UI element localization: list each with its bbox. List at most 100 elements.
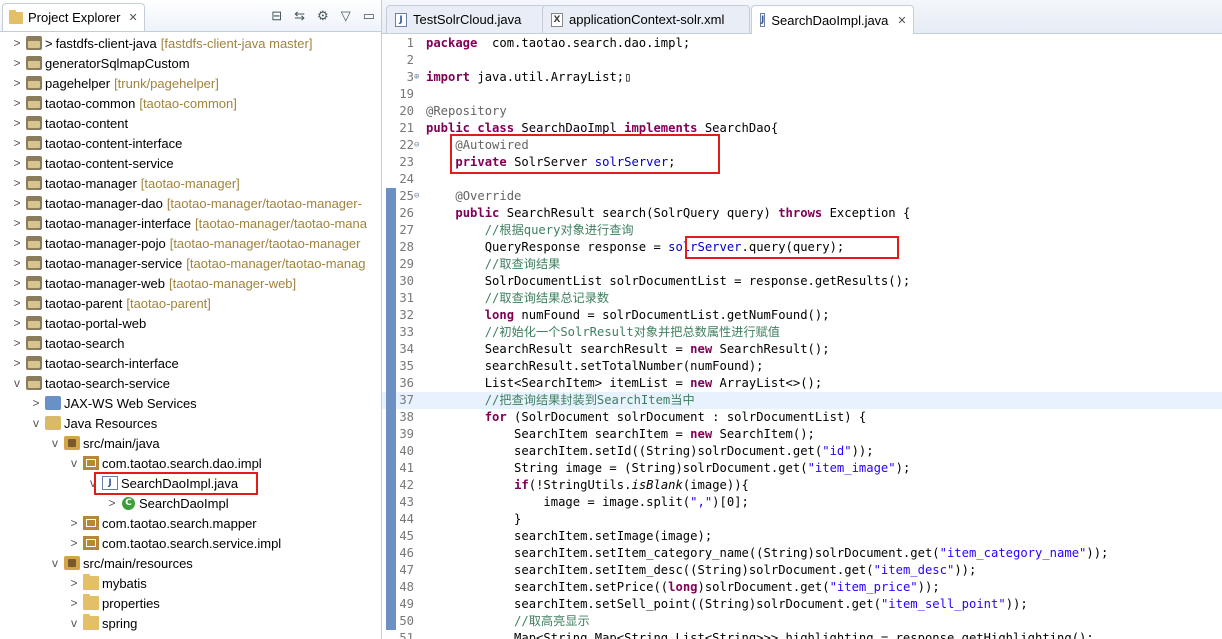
code-line[interactable]: 50 //取高亮显示 [382, 613, 1222, 630]
code-line[interactable]: 40 searchItem.setId((String)solrDocument… [382, 443, 1222, 460]
code-line[interactable]: 28 QueryResponse response = solrServer.q… [382, 239, 1222, 256]
collapse-all-icon[interactable]: ⊟ [271, 8, 282, 24]
code-line[interactable]: 29 //取查询结果 [382, 256, 1222, 273]
code-line[interactable]: 33 //初始化一个SolrResult对象并把总数属性进行赋值 [382, 324, 1222, 341]
chevron-down-icon[interactable]: v [10, 376, 24, 390]
code-line[interactable]: 31 //取查询结果总记录数 [382, 290, 1222, 307]
tree-item[interactable]: v com.taotao.search.dao.impl [0, 453, 381, 473]
code-line[interactable]: 46 searchItem.setItem_category_name((Str… [382, 545, 1222, 562]
chevron-right-icon[interactable]: > [10, 296, 24, 310]
tree-item[interactable]: > taotao-portal-web [0, 313, 381, 333]
tree-item[interactable]: v src/main/resources [0, 553, 381, 573]
chevron-down-icon[interactable]: v [67, 456, 81, 470]
tree-item[interactable]: > taotao-manager-interface [taotao-manager… [0, 213, 381, 233]
chevron-right-icon[interactable]: > [105, 496, 119, 510]
chevron-down-icon[interactable]: v [67, 616, 81, 630]
tree-item[interactable]: v Java Resources [0, 413, 381, 433]
chevron-right-icon[interactable]: > [10, 96, 24, 110]
chevron-right-icon[interactable]: > [10, 256, 24, 270]
tree-item[interactable]: > taotao-manager-web [taotao-manager-web] [0, 273, 381, 293]
chevron-down-icon[interactable]: v [29, 416, 43, 430]
tree-item[interactable]: > taotao-manager [taotao-manager] [0, 173, 381, 193]
tab-applicationcontext-solr[interactable]: X applicationContext-solr.xml [542, 5, 750, 33]
chevron-right-icon[interactable]: > [10, 196, 24, 210]
code-line[interactable]: 35 searchResult.setTotalNumber(numFound)… [382, 358, 1222, 375]
code-line[interactable]: 25 ⊖ @Override [382, 188, 1222, 205]
code-line[interactable]: 2 [382, 52, 1222, 69]
tree-item[interactable]: > taotao-manager-service [taotao-manager/t… [0, 253, 381, 273]
chevron-right-icon[interactable]: > [10, 216, 24, 230]
tree-item[interactable]: > properties [0, 593, 381, 613]
expand-fold-icon[interactable]: ⊕ [414, 69, 424, 86]
collapse-fold-icon[interactable]: ⊖ [414, 137, 424, 154]
filters-icon[interactable]: ⚙ [317, 8, 329, 24]
code-line[interactable]: 1 package com.taotao.search.dao.impl; [382, 35, 1222, 52]
collapse-fold-icon[interactable]: ⊖ [414, 188, 424, 205]
code-line[interactable]: 22 ⊖ @Autowired [382, 137, 1222, 154]
code-line[interactable]: 26 public SearchResult search(SolrQuery … [382, 205, 1222, 222]
tree-item[interactable]: > pagehelper [trunk/pagehelper] [0, 73, 381, 93]
tree-item[interactable]: > JAX-WS Web Services [0, 393, 381, 413]
tree-item[interactable]: v J SearchDaoImpl.java [0, 472, 381, 495]
tree-item[interactable]: > taotao-content-interface [0, 133, 381, 153]
chevron-right-icon[interactable]: > [10, 36, 24, 50]
code-line[interactable]: 27 //根据query对象进行查询 [382, 222, 1222, 239]
code-line[interactable]: 43 image = image.split(",")[0]; [382, 494, 1222, 511]
chevron-right-icon[interactable]: > [10, 236, 24, 250]
chevron-right-icon[interactable]: > [10, 156, 24, 170]
code-line[interactable]: 36 List<SearchItem> itemList = new Array… [382, 375, 1222, 392]
tree-item[interactable]: > taotao-content-service [0, 153, 381, 173]
tree-item[interactable]: > taotao-manager-dao [taotao-manager/taota… [0, 193, 381, 213]
tab-testsolrcloud[interactable]: J TestSolrCloud.java [386, 5, 546, 33]
tree-item[interactable]: > taotao-common [taotao-common] [0, 93, 381, 113]
chevron-right-icon[interactable]: > [67, 516, 81, 530]
code-line[interactable]: 47 searchItem.setItem_desc((String)solrD… [382, 562, 1222, 579]
tree-item[interactable]: > C SearchDaoImpl [0, 493, 381, 513]
tree-item[interactable]: v src/main/java [0, 433, 381, 453]
tab-project-explorer[interactable]: Project Explorer ✕ [2, 3, 145, 31]
code-line[interactable]: 41 String image = (String)solrDocument.g… [382, 460, 1222, 477]
code-line[interactable]: 38 for (SolrDocument solrDocument : solr… [382, 409, 1222, 426]
code-line[interactable]: 39 SearchItem searchItem = new SearchIte… [382, 426, 1222, 443]
chevron-right-icon[interactable]: > [10, 136, 24, 150]
link-with-editor-icon[interactable]: ⇆ [294, 8, 305, 24]
tree-item[interactable]: v spring [0, 613, 381, 633]
code-line[interactable]: 23 private SolrServer solrServer; [382, 154, 1222, 171]
code-area[interactable]: 1 package com.taotao.search.dao.impl; 2 3 ⊕ i… [382, 34, 1222, 639]
tree-item[interactable]: > taotao-search [0, 333, 381, 353]
tree-item[interactable]: > com.taotao.search.mapper [0, 513, 381, 533]
code-line[interactable]: 3 ⊕ import java.util.ArrayList;▯ [382, 69, 1222, 86]
chevron-right-icon[interactable]: > [67, 576, 81, 590]
chevron-down-icon[interactable]: v [48, 436, 62, 450]
code-line[interactable]: 37 //把查询结果封装到SearchItem当中 [382, 392, 1222, 409]
tree-item[interactable]: > com.taotao.search.service.impl [0, 533, 381, 553]
code-line[interactable]: 30 SolrDocumentList solrDocumentList = r… [382, 273, 1222, 290]
chevron-right-icon[interactable]: > [10, 316, 24, 330]
tree-item[interactable]: > taotao-manager-pojo [taotao-manager/taot… [0, 233, 381, 253]
tree-item[interactable]: > generatorSqlmapCustom [0, 53, 381, 73]
code-line[interactable]: 32 long numFound = solrDocumentList.getN… [382, 307, 1222, 324]
tree-item[interactable]: > > fastdfs-client-java [fastdfs-client-jav… [0, 33, 381, 53]
tab-searchdaoimpl[interactable]: J SearchDaoImpl.java ✕ [751, 5, 914, 34]
code-line[interactable]: 21 public class SearchDaoImpl implements … [382, 120, 1222, 137]
chevron-right-icon[interactable]: > [67, 596, 81, 610]
minimize-icon[interactable]: ▭ [363, 8, 375, 24]
chevron-right-icon[interactable]: > [10, 276, 24, 290]
close-icon[interactable]: ✕ [897, 14, 906, 27]
tree-item[interactable]: v taotao-search-service [0, 373, 381, 393]
chevron-right-icon[interactable]: > [29, 396, 43, 410]
chevron-right-icon[interactable]: > [10, 176, 24, 190]
chevron-right-icon[interactable]: > [10, 116, 24, 130]
code-line[interactable]: 45 searchItem.setImage(image); [382, 528, 1222, 545]
chevron-right-icon[interactable]: > [10, 356, 24, 370]
chevron-down-icon[interactable]: v [48, 556, 62, 570]
chevron-right-icon[interactable]: > [10, 336, 24, 350]
tree-item[interactable]: > taotao-parent [taotao-parent] [0, 293, 381, 313]
chevron-right-icon[interactable]: > [67, 536, 81, 550]
code-line[interactable]: 48 searchItem.setPrice((long)solrDocumen… [382, 579, 1222, 596]
chevron-right-icon[interactable]: > [10, 76, 24, 90]
view-menu-icon[interactable]: ▽ [341, 8, 351, 24]
tree-item[interactable]: > mybatis [0, 573, 381, 593]
code-line[interactable]: 24 [382, 171, 1222, 188]
code-line[interactable]: 49 searchItem.setSell_point((String)solr… [382, 596, 1222, 613]
